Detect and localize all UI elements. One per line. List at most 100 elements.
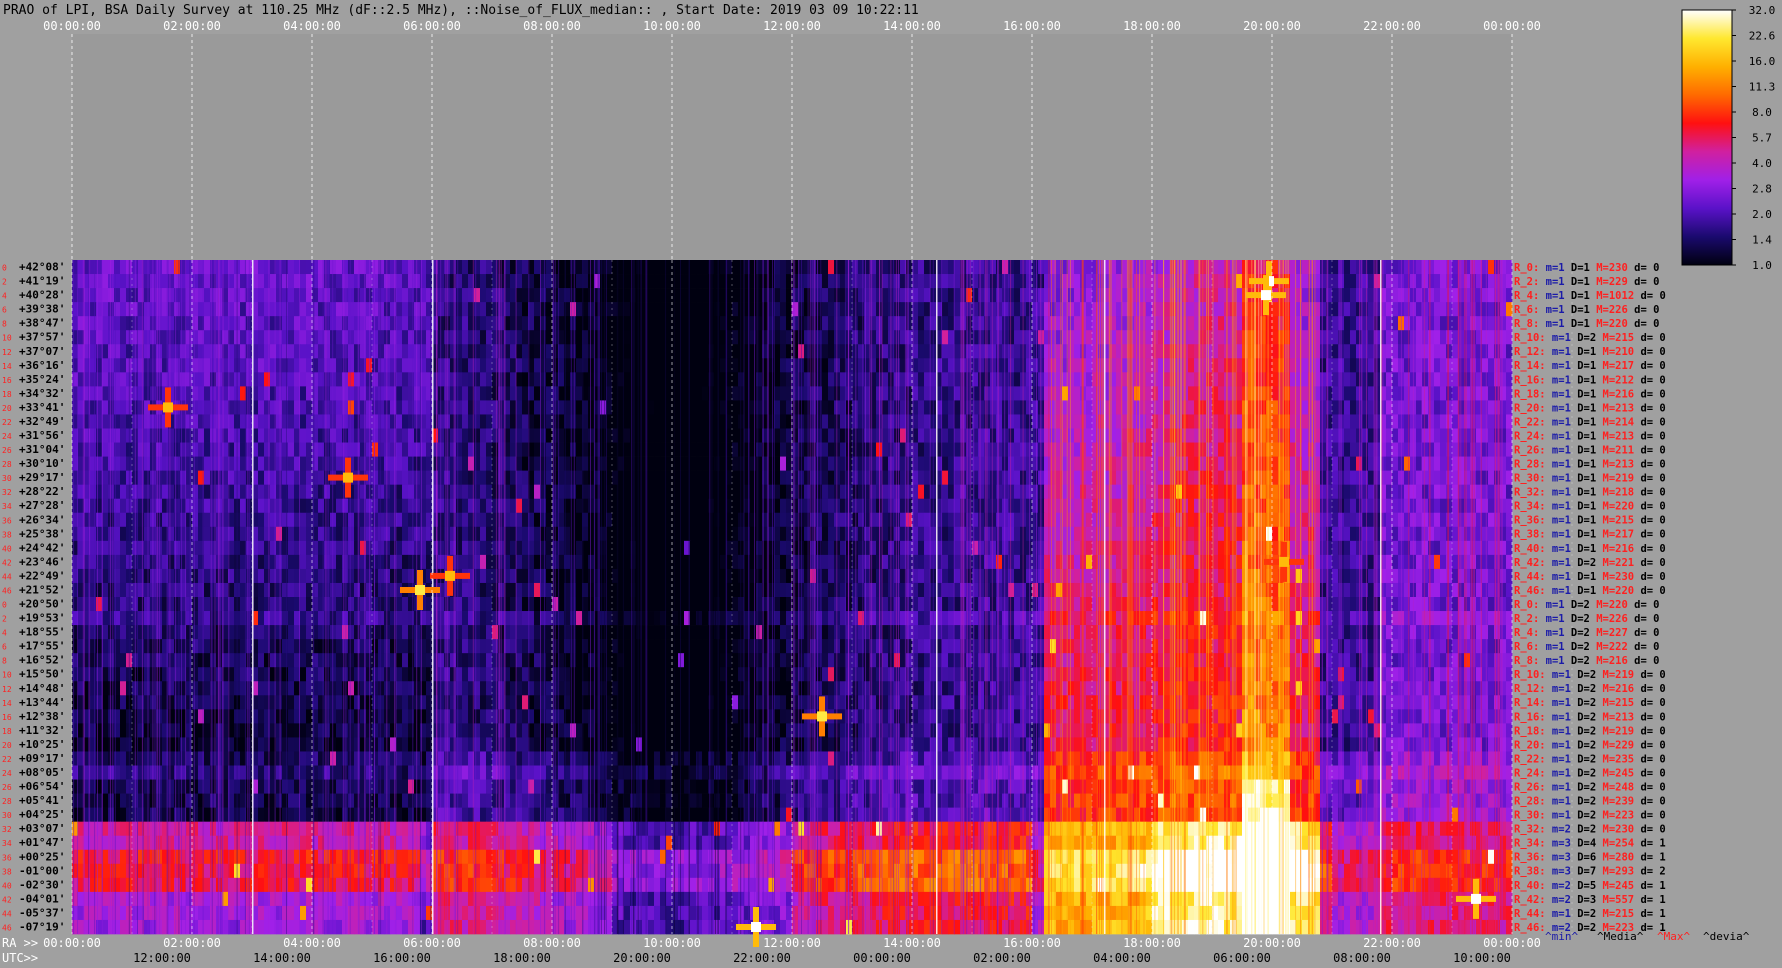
heatmap-cell [996, 316, 1003, 331]
heatmap-cell [486, 414, 493, 429]
heatmap-cell [396, 526, 403, 542]
heatmap-cell [1428, 344, 1435, 359]
heatmap-cell [1272, 470, 1279, 486]
heatmap-cell [870, 484, 877, 500]
heatmap-cell [654, 526, 661, 542]
heatmap-cell [1032, 498, 1039, 514]
heatmap-cell [1272, 498, 1279, 514]
heatmap-cell [978, 484, 985, 500]
heatmap-cell [978, 400, 985, 415]
heatmap-cell [732, 498, 739, 514]
heatmap-cell [918, 470, 925, 486]
heatmap-cell [1188, 260, 1195, 275]
heatmap-cell [192, 316, 199, 331]
heatmap-cell [144, 358, 151, 373]
heatmap-cell [954, 484, 961, 500]
heatmap-cell [492, 372, 499, 387]
heatmap-cell [576, 386, 583, 401]
heatmap-cell [258, 372, 265, 387]
heatmap-cell [1296, 372, 1303, 387]
heatmap-cell [300, 442, 307, 457]
heatmap-cell [1038, 470, 1045, 486]
heatmap-cell [492, 316, 499, 331]
heatmap-cell [1368, 428, 1375, 443]
heatmap-cell [708, 484, 715, 500]
heatmap-cell [1428, 316, 1435, 331]
heatmap-cell [1302, 512, 1309, 528]
heatmap-cell [666, 540, 673, 556]
heatmap-cell [276, 526, 283, 542]
heatmap-cell [864, 400, 871, 415]
heatmap-cell [1284, 260, 1291, 275]
heatmap-cell [426, 302, 433, 317]
heatmap-cell [624, 288, 631, 303]
heatmap-cell [204, 330, 211, 345]
heatmap-cell [954, 498, 961, 514]
heatmap-cell [948, 274, 955, 289]
heatmap-cell [192, 456, 199, 471]
heatmap-cell [1392, 442, 1399, 457]
heatmap-cell [396, 512, 403, 528]
heatmap-cell [1434, 498, 1441, 514]
heatmap-cell [1284, 372, 1291, 387]
heatmap-cell [666, 302, 673, 317]
heatmap-cell [1488, 470, 1495, 486]
heatmap-cell [474, 330, 481, 345]
heatmap-cell [852, 316, 859, 331]
heatmap-cell [1140, 344, 1147, 359]
heatmap-cell [1404, 260, 1411, 275]
heatmap-cell [408, 274, 415, 289]
heatmap-cell [1506, 456, 1513, 471]
heatmap-cell [546, 344, 553, 359]
heatmap-cell [1038, 386, 1045, 401]
heatmap-cell [1236, 470, 1243, 486]
heatmap-cell [642, 260, 649, 275]
heatmap-cell [1086, 372, 1093, 387]
heatmap-cell [954, 470, 961, 486]
heatmap-cell [1296, 414, 1303, 429]
heatmap-cell [534, 316, 541, 331]
heatmap-cell [1392, 470, 1399, 486]
heatmap-cell [924, 428, 931, 443]
heatmap-cell [978, 288, 985, 303]
heatmap-cell [288, 470, 295, 486]
heatmap-cell [804, 358, 811, 373]
heatmap-cell [1188, 498, 1195, 514]
heatmap-cell [1272, 400, 1279, 415]
heatmap-cell [444, 540, 451, 556]
heatmap-cell [1368, 386, 1375, 401]
heatmap-cell [816, 302, 823, 317]
heatmap-cell [576, 512, 583, 528]
heatmap-cell [258, 512, 265, 528]
heatmap-cell [1392, 330, 1399, 345]
heatmap-cell [990, 498, 997, 514]
heatmap-cell [462, 456, 469, 471]
heatmap-cell [510, 498, 517, 514]
heatmap-cell [702, 512, 709, 528]
heatmap-cell [204, 400, 211, 415]
heatmap-cell [390, 498, 397, 514]
top-tick-label: 02:00:00 [163, 19, 221, 33]
heatmap-cell [1266, 498, 1273, 514]
heatmap-cell [276, 330, 283, 345]
heatmap-cell [282, 484, 289, 500]
heatmap-cell [894, 498, 901, 514]
heatmap-cell [732, 526, 739, 542]
heatmap-cell [894, 456, 901, 471]
heatmap-cell [672, 414, 679, 429]
heatmap-cell [1272, 526, 1279, 542]
heatmap-cell [702, 372, 709, 387]
heatmap-cell [276, 540, 283, 556]
heatmap-cell [732, 470, 739, 486]
heatmap-cell [1452, 526, 1459, 542]
heatmap-cell [1506, 274, 1513, 289]
heatmap-cell [1368, 400, 1375, 415]
heatmap-cell [576, 302, 583, 317]
heatmap-cell [1068, 274, 1075, 289]
heatmap-cell [1056, 498, 1063, 514]
heatmap-cell [942, 274, 949, 289]
heatmap-cell [168, 316, 175, 331]
heatmap-cell [486, 470, 493, 486]
heatmap-cell [996, 274, 1003, 289]
heatmap-cell [948, 526, 955, 542]
